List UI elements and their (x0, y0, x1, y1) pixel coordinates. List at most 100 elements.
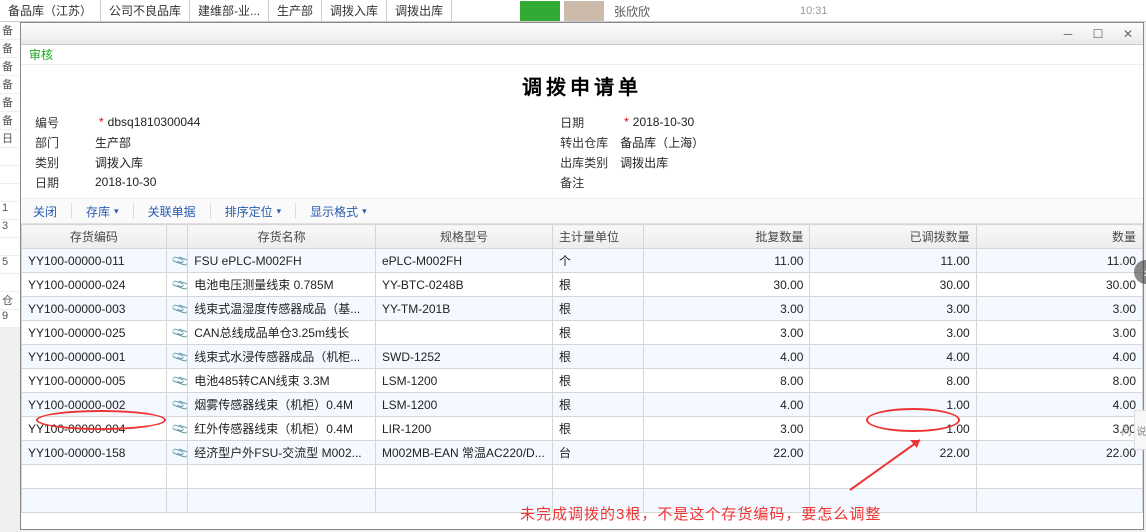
cell-spec[interactable]: LSM-1200 (375, 369, 552, 393)
cell-name[interactable]: 烟雾传感器线束（机柜）0.4M (188, 393, 376, 417)
col-qty[interactable]: 数量 (976, 225, 1142, 249)
cell-trans-qty[interactable]: 30.00 (810, 273, 976, 297)
cell-name[interactable]: 红外传感器线束（机柜）0.4M (188, 417, 376, 441)
bg-tab[interactable]: 调拨入库 (322, 0, 387, 21)
cell-spec[interactable]: YY-BTC-0248B (375, 273, 552, 297)
cell-spec[interactable]: SWD-1252 (375, 345, 552, 369)
paperclip-icon[interactable]: 📎 (166, 441, 187, 465)
cell-code[interactable]: YY100-00000-024 (22, 273, 167, 297)
cell-spec[interactable] (375, 321, 552, 345)
cell-code[interactable]: YY100-00000-025 (22, 321, 167, 345)
bg-tab[interactable]: 公司不良品库 (101, 0, 190, 21)
cell-name[interactable]: FSU ePLC-M002FH (188, 249, 376, 273)
cell-unit[interactable]: 根 (552, 345, 643, 369)
cell-qty[interactable]: 30.00 (976, 273, 1142, 297)
cell-name[interactable]: 线束式温湿度传感器成品（基... (188, 297, 376, 321)
cell-qty[interactable]: 4.00 (976, 345, 1142, 369)
col-attach[interactable] (166, 225, 187, 249)
col-name[interactable]: 存货名称 (188, 225, 376, 249)
cell-unit[interactable]: 根 (552, 297, 643, 321)
cell-unit[interactable]: 根 (552, 393, 643, 417)
out-cat-value[interactable]: 调拨出库 (620, 154, 668, 171)
grid[interactable]: 存货编码 存货名称 规格型号 主计量单位 批复数量 已调拨数量 数量 YY100… (21, 224, 1143, 529)
close-button[interactable]: ✕ (1113, 23, 1143, 44)
cell-approve-qty[interactable]: 8.00 (644, 369, 810, 393)
cell-approve-qty[interactable]: 22.00 (644, 441, 810, 465)
table-row[interactable]: YY100-00000-158📎经济型户外FSU-交流型 M002...M002… (22, 441, 1143, 465)
table-row[interactable]: YY100-00000-024📎电池电压测量线束 0.785MYY-BTC-02… (22, 273, 1143, 297)
bg-tab[interactable]: 建维部-业... (190, 0, 269, 21)
toolbar-format[interactable]: 显示格式 (304, 201, 373, 222)
cell-qty[interactable]: 3.00 (976, 321, 1142, 345)
cell-trans-qty[interactable]: 1.00 (810, 393, 976, 417)
cell-code[interactable]: YY100-00000-001 (22, 345, 167, 369)
paperclip-icon[interactable]: 📎 (166, 273, 187, 297)
cell-name[interactable]: 经济型户外FSU-交流型 M002... (188, 441, 376, 465)
cell-name[interactable]: CAN总线成品单仓3.25m线长 (188, 321, 376, 345)
paperclip-icon[interactable]: 📎 (166, 249, 187, 273)
cell-unit[interactable]: 根 (552, 321, 643, 345)
col-spec[interactable]: 规格型号 (375, 225, 552, 249)
cell-spec[interactable]: LIR-1200 (375, 417, 552, 441)
bg-tab[interactable]: 生产部 (269, 0, 322, 21)
table-row-empty[interactable] (22, 465, 1143, 489)
cell-trans-qty[interactable]: 3.00 (810, 297, 976, 321)
cell-trans-qty[interactable]: 22.00 (810, 441, 976, 465)
cell-trans-qty[interactable]: 1.00 (810, 417, 976, 441)
cell-unit[interactable]: 根 (552, 417, 643, 441)
table-row[interactable]: YY100-00000-002📎烟雾传感器线束（机柜）0.4MLSM-1200根… (22, 393, 1143, 417)
toolbar-related[interactable]: 关联单据 (142, 201, 202, 222)
cell-approve-qty[interactable]: 3.00 (644, 417, 810, 441)
cell-qty[interactable]: 11.00 (976, 249, 1142, 273)
col-trans-qty[interactable]: 已调拨数量 (810, 225, 976, 249)
cell-unit[interactable]: 根 (552, 273, 643, 297)
table-row[interactable]: YY100-00000-005📎电池485转CAN线束 3.3MLSM-1200… (22, 369, 1143, 393)
paperclip-icon[interactable]: 📎 (166, 321, 187, 345)
cell-trans-qty[interactable]: 8.00 (810, 369, 976, 393)
table-row[interactable]: YY100-00000-004📎红外传感器线束（机柜）0.4MLIR-1200根… (22, 417, 1143, 441)
cell-qty[interactable]: 4.00 (976, 393, 1142, 417)
cell-name[interactable]: 电池485转CAN线束 3.3M (188, 369, 376, 393)
dept-value[interactable]: 生产部 (95, 134, 131, 151)
cell-spec[interactable]: ePLC-M002FH (375, 249, 552, 273)
cell-code[interactable]: YY100-00000-003 (22, 297, 167, 321)
cell-code[interactable]: YY100-00000-011 (22, 249, 167, 273)
bg-tab[interactable]: 调拨出库 (387, 0, 452, 21)
paperclip-icon[interactable]: 📎 (166, 369, 187, 393)
cell-spec[interactable]: LSM-1200 (375, 393, 552, 417)
cell-code[interactable]: YY100-00000-005 (22, 369, 167, 393)
cell-name[interactable]: 线束式水浸传感器成品（机柜... (188, 345, 376, 369)
minimize-button[interactable]: ─ (1053, 23, 1083, 44)
cell-approve-qty[interactable]: 3.00 (644, 297, 810, 321)
cell-trans-qty[interactable]: 4.00 (810, 345, 976, 369)
col-approve-qty[interactable]: 批复数量 (644, 225, 810, 249)
table-row[interactable]: YY100-00000-001📎线束式水浸传感器成品（机柜...SWD-1252… (22, 345, 1143, 369)
col-code[interactable]: 存货编码 (22, 225, 167, 249)
cell-trans-qty[interactable]: 11.00 (810, 249, 976, 273)
cell-approve-qty[interactable]: 3.00 (644, 321, 810, 345)
cell-approve-qty[interactable]: 4.00 (644, 345, 810, 369)
col-unit[interactable]: 主计量单位 (552, 225, 643, 249)
cell-code[interactable]: YY100-00000-002 (22, 393, 167, 417)
table-row[interactable]: YY100-00000-011📎FSU ePLC-M002FHePLC-M002… (22, 249, 1143, 273)
cell-approve-qty[interactable]: 11.00 (644, 249, 810, 273)
cell-qty[interactable]: 8.00 (976, 369, 1142, 393)
trans-date-value[interactable]: 2018-10-30 (95, 175, 156, 189)
paperclip-icon[interactable]: 📎 (166, 345, 187, 369)
cell-qty[interactable]: 22.00 (976, 441, 1142, 465)
maximize-button[interactable]: ☐ (1083, 23, 1113, 44)
cell-code[interactable]: YY100-00000-158 (22, 441, 167, 465)
toolbar-stock[interactable]: 存库 (80, 201, 125, 222)
cell-qty[interactable]: 3.00 (976, 297, 1142, 321)
paperclip-icon[interactable]: 📎 (166, 393, 187, 417)
cell-approve-qty[interactable]: 30.00 (644, 273, 810, 297)
paperclip-icon[interactable]: 📎 (166, 297, 187, 321)
code-value[interactable]: dbsq1810300044 (108, 115, 201, 129)
toolbar-sort[interactable]: 排序定位 (219, 201, 288, 222)
cell-name[interactable]: 电池电压测量线束 0.785M (188, 273, 376, 297)
cell-unit[interactable]: 个 (552, 249, 643, 273)
out-wh-value[interactable]: 备品库（上海） (620, 134, 704, 151)
in-cat-value[interactable]: 调拨入库 (95, 154, 143, 171)
cell-code[interactable]: YY100-00000-004 (22, 417, 167, 441)
toolbar-close[interactable]: 关闭 (27, 201, 63, 222)
